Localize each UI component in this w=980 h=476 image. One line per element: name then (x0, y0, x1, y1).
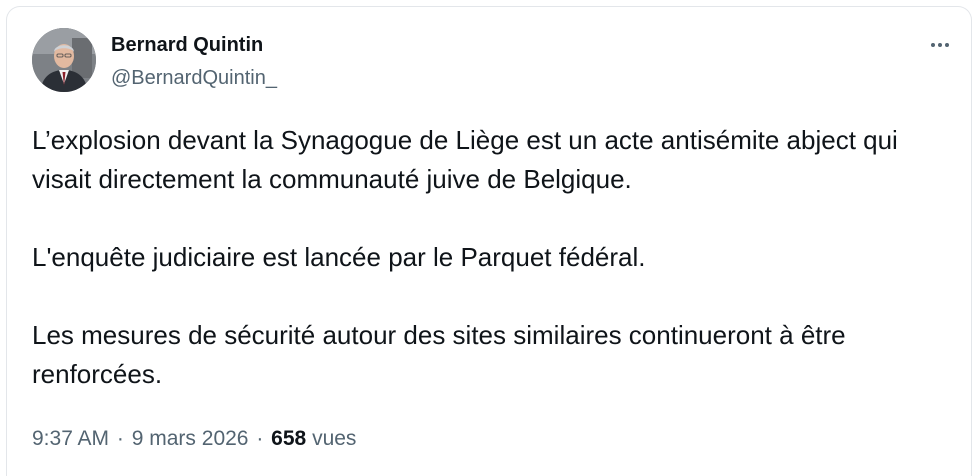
more-options-button[interactable] (923, 33, 957, 57)
meta-separator: · (256, 427, 264, 450)
tweet-card: Bernard Quintin @BernardQuintin_ L’explo… (6, 6, 972, 476)
views-label: vues (312, 427, 357, 450)
author-name[interactable]: Bernard Quintin (111, 34, 263, 57)
meta-separator: · (116, 427, 124, 450)
tweet-paragraph: Les mesures de sécurité autour des sites… (32, 320, 846, 389)
views[interactable]: 658 vues (271, 427, 356, 450)
tweet-timestamp-link[interactable]: 9:37 AM · 9 mars 2026 (32, 427, 248, 450)
more-horizontal-icon-dot (938, 43, 942, 47)
tweet-paragraph: L'enquête judiciaire est lancée par le P… (32, 242, 646, 272)
more-horizontal-icon (931, 43, 935, 47)
tweet-text: L’explosion devant la Synagogue de Liège… (32, 121, 952, 394)
tweet-date: 9 mars 2026 (131, 427, 249, 450)
avatar-image (32, 28, 96, 92)
tweet-time: 9:37 AM (32, 427, 110, 450)
tweet-metadata: 9:37 AM · 9 mars 2026 · 658 vues (32, 427, 356, 451)
author-handle[interactable]: @BernardQuintin_ (111, 67, 277, 90)
views-count: 658 (271, 427, 307, 450)
more-horizontal-icon-dot (945, 43, 949, 47)
avatar[interactable] (32, 28, 96, 92)
tweet-paragraph: L’explosion devant la Synagogue de Liège… (32, 125, 898, 194)
